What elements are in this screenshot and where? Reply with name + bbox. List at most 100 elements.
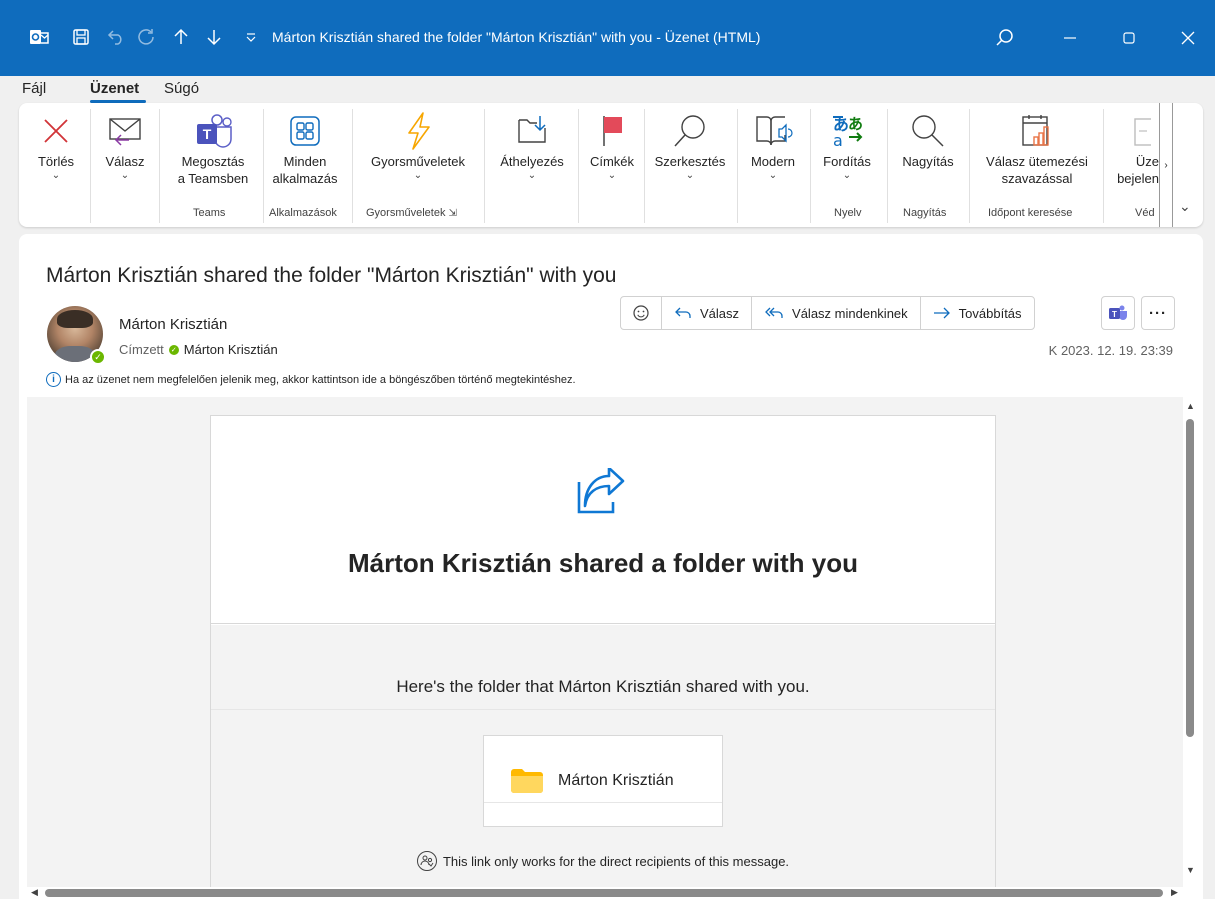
share-card-title: Márton Krisztián shared a folder with yo… [348,548,858,578]
calendar-poll-icon [1017,109,1057,153]
title-bar: Márton Krisztián shared the folder "Márt… [0,0,1215,76]
close-button[interactable] [1168,18,1208,58]
recipients-line: Címzett ✓ Márton Krisztián [119,342,278,357]
people-restricted-icon [416,851,437,871]
recipient-link-note: This link only works for the direct reci… [211,851,995,871]
dialog-launcher-icon[interactable]: ⇲ [449,208,457,219]
undo-icon[interactable] [103,24,129,50]
message-subject: Márton Krisztián shared the folder "Márt… [46,264,617,287]
ribbon-scroll-right-button[interactable]: › [1159,103,1173,227]
scroll-down-arrow-icon[interactable]: ▼ [1186,865,1195,875]
tab-file[interactable]: Fájl [22,80,46,97]
quick-steps-button[interactable]: Gyorsműveletek ⌄ [359,103,477,207]
tab-message[interactable]: Üzenet [90,80,139,97]
shared-folder-name: Márton Krisztián [558,772,674,789]
folder-icon [511,769,543,793]
ribbon-expand-chevron-icon[interactable]: ⌄ [1179,198,1191,215]
search-icon[interactable] [985,18,1025,58]
svg-text:あ: あ [848,115,863,133]
scroll-left-arrow-icon[interactable]: ◀ [31,887,38,898]
reading-pane: Márton Krisztián shared the folder "Márt… [19,234,1203,899]
svg-text:a: a [833,131,843,149]
recipient-name[interactable]: Márton Krisztián [184,342,278,357]
info-icon: i [46,372,61,387]
translate-icon: あaあ [829,109,865,153]
group-label-language: Nyelv [834,207,862,219]
move-button[interactable]: Áthelyezés ⌄ [489,103,575,207]
chevron-down-icon: ⌄ [768,170,778,181]
group-label-zoom: Nagyítás [903,207,947,219]
tags-button[interactable]: Címkék ⌄ [581,103,643,207]
apps-grid-icon [289,109,321,153]
more-actions-button[interactable]: ··· [1141,296,1175,330]
chevron-down-icon: ⌄ [51,170,61,181]
previous-item-up-arrow-icon[interactable] [168,24,194,50]
redo-icon[interactable] [133,24,159,50]
group-label-protection: Véd [1135,207,1155,219]
sender-name[interactable]: Márton Krisztián [119,316,227,333]
message-actions: Válasz Válasz mindenkinek Továbbítás [620,296,1035,330]
to-label: Címzett [119,342,164,357]
chevron-down-icon: ⌄ [413,170,423,181]
chevron-down-icon: ⌄ [120,170,130,181]
save-icon[interactable] [68,24,94,50]
reply-envelope-icon [107,109,143,153]
horizontal-scrollbar[interactable]: ◀ ▶ [27,887,1183,899]
immersive-reader-button[interactable]: Modern ⌄ [741,103,805,207]
maximize-button[interactable] [1109,18,1149,58]
vertical-scroll-thumb[interactable] [1186,419,1194,737]
outlook-app-icon [26,24,52,50]
tab-help[interactable]: Súgó [164,80,199,97]
forward-action-button[interactable]: Továbbítás [921,297,1034,329]
immersive-reader-icon [753,109,793,153]
group-label-apps: Alkalmazások [269,207,337,219]
forward-arrow-icon [933,307,950,319]
lightning-icon [403,109,433,153]
share-card: Márton Krisztián shared a folder with yo… [210,415,996,887]
chevron-down-icon: ⌄ [527,170,537,181]
delete-x-icon [41,109,71,153]
zoom-icon [910,109,946,153]
report-icon [1119,109,1159,153]
reply-with-scheduling-poll-button[interactable]: Válasz ütemezési szavazással [975,103,1099,207]
group-label-teams: Teams [193,207,226,219]
reply-action-button[interactable]: Válasz [662,297,753,329]
chevron-down-icon: ⌄ [842,170,852,181]
editing-button[interactable]: Szerkesztés ⌄ [647,103,733,207]
vertical-scrollbar[interactable]: ▲ ▼ [1184,397,1198,887]
search-icon [672,109,708,153]
scroll-up-arrow-icon[interactable]: ▲ [1186,401,1195,411]
chevron-down-icon: ⌄ [607,170,617,181]
emoji-reaction-button[interactable] [621,297,662,329]
customize-toolbar-icon[interactable] [238,24,264,50]
reply-arrow-icon [675,307,691,318]
zoom-button[interactable]: Nagyítás [893,103,963,207]
share-to-teams-small-button[interactable]: T [1101,296,1135,330]
view-in-browser-notice[interactable]: i Ha az üzenet nem megfelelően jelenik m… [46,372,576,387]
move-to-folder-icon [515,109,549,153]
scroll-right-arrow-icon[interactable]: ▶ [1171,887,1178,898]
share-to-teams-button[interactable]: T Megosztás a Teamsben [165,103,261,207]
minimize-button[interactable] [1050,18,1090,58]
shared-folder-link[interactable]: Márton Krisztián [483,735,723,827]
chevron-down-icon: ⌄ [685,170,695,181]
reply-button[interactable]: Válasz ⌄ [95,103,155,207]
all-apps-button[interactable]: Minden alkalmazás [267,103,343,207]
report-message-button[interactable]: Üze bejelen [1109,103,1159,207]
smiley-icon [633,305,649,321]
ribbon-tabs: Fájl Üzenet Súgó [0,76,1215,103]
horizontal-scroll-thumb[interactable] [45,889,1163,897]
flag-icon [598,109,626,153]
ribbon-toolbar: Törlés ⌄ Válasz ⌄ T Megosztás a Teamsben… [19,103,1203,227]
share-description: Here's the folder that Márton Krisztián … [396,677,810,696]
reply-all-arrow-icon [765,307,783,318]
translate-button[interactable]: あaあ Fordítás ⌄ [815,103,879,207]
svg-text:T: T [1112,310,1117,319]
message-body: Márton Krisztián shared a folder with yo… [27,397,1183,887]
teams-icon: T [1109,305,1127,320]
reply-all-action-button[interactable]: Válasz mindenkinek [752,297,921,329]
next-item-down-arrow-icon[interactable] [201,24,227,50]
message-date: K 2023. 12. 19. 23:39 [1048,343,1173,358]
window-title: Márton Krisztián shared the folder "Márt… [272,29,761,45]
delete-button[interactable]: Törlés ⌄ [27,103,85,207]
